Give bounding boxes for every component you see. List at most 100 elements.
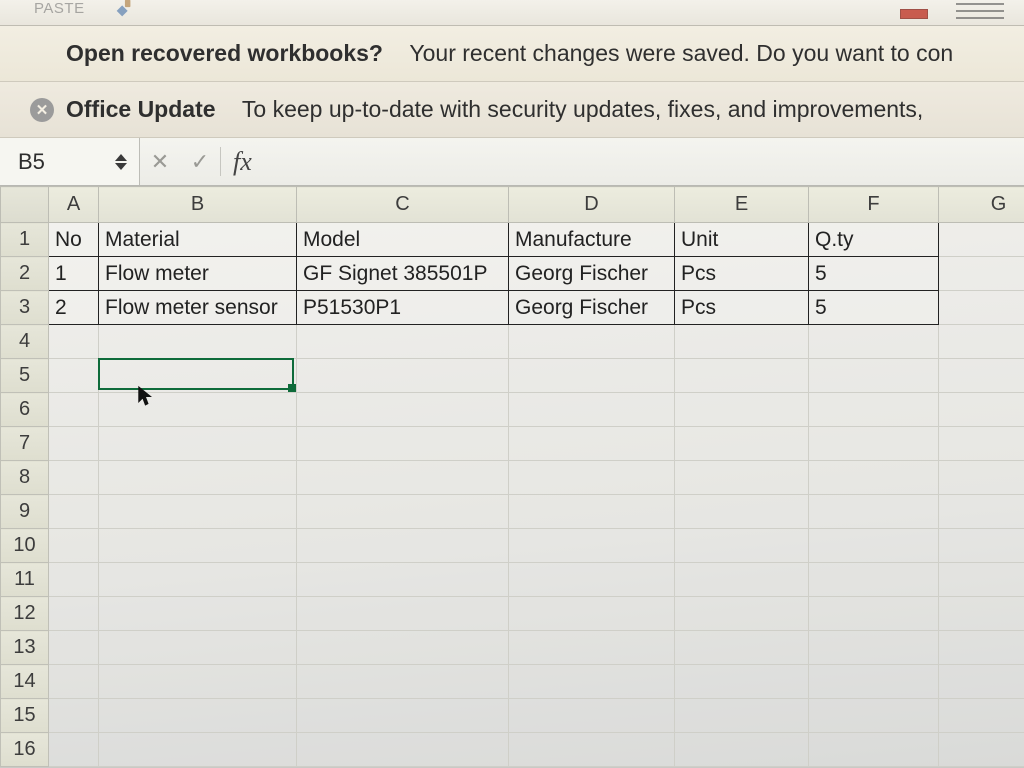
cancel-formula-button[interactable]: ✕ bbox=[140, 138, 180, 185]
cell-C14[interactable] bbox=[297, 665, 509, 699]
cell-C5[interactable] bbox=[297, 359, 509, 393]
cell-F9[interactable] bbox=[809, 495, 939, 529]
cell-A9[interactable] bbox=[49, 495, 99, 529]
chevron-down-icon[interactable] bbox=[115, 163, 127, 170]
row-header[interactable]: 13 bbox=[1, 631, 49, 665]
cell-C13[interactable] bbox=[297, 631, 509, 665]
cell-C1[interactable]: Model bbox=[297, 223, 509, 257]
cell-G1[interactable] bbox=[939, 223, 1024, 257]
spreadsheet-grid[interactable]: A B C D E F G 1 No Material Model Manufa… bbox=[0, 186, 1024, 767]
cell-F15[interactable] bbox=[809, 699, 939, 733]
cell-C16[interactable] bbox=[297, 733, 509, 767]
cell-E9[interactable] bbox=[675, 495, 809, 529]
row-header[interactable]: 5 bbox=[1, 359, 49, 393]
cell-E12[interactable] bbox=[675, 597, 809, 631]
cell-A2[interactable]: 1 bbox=[49, 257, 99, 291]
cell-E15[interactable] bbox=[675, 699, 809, 733]
cell-G15[interactable] bbox=[939, 699, 1024, 733]
cell-D3[interactable]: Georg Fischer bbox=[509, 291, 675, 325]
cell-F4[interactable] bbox=[809, 325, 939, 359]
close-icon[interactable]: ✕ bbox=[30, 98, 54, 122]
cell-E13[interactable] bbox=[675, 631, 809, 665]
cell-A3[interactable]: 2 bbox=[49, 291, 99, 325]
cell-E4[interactable] bbox=[675, 325, 809, 359]
cell-C15[interactable] bbox=[297, 699, 509, 733]
row-header[interactable]: 4 bbox=[1, 325, 49, 359]
select-all-corner[interactable] bbox=[1, 187, 49, 223]
cell-E14[interactable] bbox=[675, 665, 809, 699]
col-header-G[interactable]: G bbox=[939, 187, 1024, 223]
cell-B1[interactable]: Material bbox=[99, 223, 297, 257]
cell-A13[interactable] bbox=[49, 631, 99, 665]
cell-F8[interactable] bbox=[809, 461, 939, 495]
cell-D16[interactable] bbox=[509, 733, 675, 767]
cell-D2[interactable]: Georg Fischer bbox=[509, 257, 675, 291]
cell-D14[interactable] bbox=[509, 665, 675, 699]
cell-B16[interactable] bbox=[99, 733, 297, 767]
cell-B11[interactable] bbox=[99, 563, 297, 597]
cell-E1[interactable]: Unit bbox=[675, 223, 809, 257]
cell-D4[interactable] bbox=[509, 325, 675, 359]
cell-D15[interactable] bbox=[509, 699, 675, 733]
chevron-up-icon[interactable] bbox=[115, 154, 127, 161]
cell-E2[interactable]: Pcs bbox=[675, 257, 809, 291]
cell-B3[interactable]: Flow meter sensor bbox=[99, 291, 297, 325]
cell-F1[interactable]: Q.ty bbox=[809, 223, 939, 257]
cell-B4[interactable] bbox=[99, 325, 297, 359]
row-header[interactable]: 7 bbox=[1, 427, 49, 461]
cell-B9[interactable] bbox=[99, 495, 297, 529]
cell-D7[interactable] bbox=[509, 427, 675, 461]
cell-A16[interactable] bbox=[49, 733, 99, 767]
cell-D11[interactable] bbox=[509, 563, 675, 597]
col-header-F[interactable]: F bbox=[809, 187, 939, 223]
cell-E6[interactable] bbox=[675, 393, 809, 427]
cell-C11[interactable] bbox=[297, 563, 509, 597]
name-box[interactable]: B5 bbox=[0, 138, 140, 185]
font-color-swatch[interactable] bbox=[900, 9, 928, 19]
fx-icon[interactable]: fx bbox=[233, 147, 252, 177]
cell-A11[interactable] bbox=[49, 563, 99, 597]
cell-D9[interactable] bbox=[509, 495, 675, 529]
row-header[interactable]: 1 bbox=[1, 223, 49, 257]
cell-B2[interactable]: Flow meter bbox=[99, 257, 297, 291]
cell-E8[interactable] bbox=[675, 461, 809, 495]
row-header[interactable]: 3 bbox=[1, 291, 49, 325]
cell-A7[interactable] bbox=[49, 427, 99, 461]
cell-G12[interactable] bbox=[939, 597, 1024, 631]
cell-A15[interactable] bbox=[49, 699, 99, 733]
cell-C7[interactable] bbox=[297, 427, 509, 461]
format-painter-icon[interactable] bbox=[113, 0, 135, 20]
col-header-B[interactable]: B bbox=[99, 187, 297, 223]
align-icon[interactable] bbox=[956, 3, 1004, 19]
cell-A4[interactable] bbox=[49, 325, 99, 359]
cell-B10[interactable] bbox=[99, 529, 297, 563]
cell-C12[interactable] bbox=[297, 597, 509, 631]
cell-B12[interactable] bbox=[99, 597, 297, 631]
cell-F7[interactable] bbox=[809, 427, 939, 461]
cell-F3[interactable]: 5 bbox=[809, 291, 939, 325]
cell-C2[interactable]: GF Signet 385501P bbox=[297, 257, 509, 291]
row-header[interactable]: 10 bbox=[1, 529, 49, 563]
cell-E10[interactable] bbox=[675, 529, 809, 563]
cell-F11[interactable] bbox=[809, 563, 939, 597]
cell-F2[interactable]: 5 bbox=[809, 257, 939, 291]
cell-C9[interactable] bbox=[297, 495, 509, 529]
cell-G11[interactable] bbox=[939, 563, 1024, 597]
cell-B5[interactable] bbox=[99, 359, 297, 393]
cell-A12[interactable] bbox=[49, 597, 99, 631]
cell-C3[interactable]: P51530P1 bbox=[297, 291, 509, 325]
cell-C4[interactable] bbox=[297, 325, 509, 359]
col-header-E[interactable]: E bbox=[675, 187, 809, 223]
cell-A8[interactable] bbox=[49, 461, 99, 495]
col-header-C[interactable]: C bbox=[297, 187, 509, 223]
row-header[interactable]: 14 bbox=[1, 665, 49, 699]
col-header-D[interactable]: D bbox=[509, 187, 675, 223]
cell-A5[interactable] bbox=[49, 359, 99, 393]
cell-B13[interactable] bbox=[99, 631, 297, 665]
cell-D1[interactable]: Manufacture bbox=[509, 223, 675, 257]
row-header[interactable]: 8 bbox=[1, 461, 49, 495]
cell-D13[interactable] bbox=[509, 631, 675, 665]
cell-A1[interactable]: No bbox=[49, 223, 99, 257]
accept-formula-button[interactable]: ✓ bbox=[180, 138, 220, 185]
cell-B8[interactable] bbox=[99, 461, 297, 495]
